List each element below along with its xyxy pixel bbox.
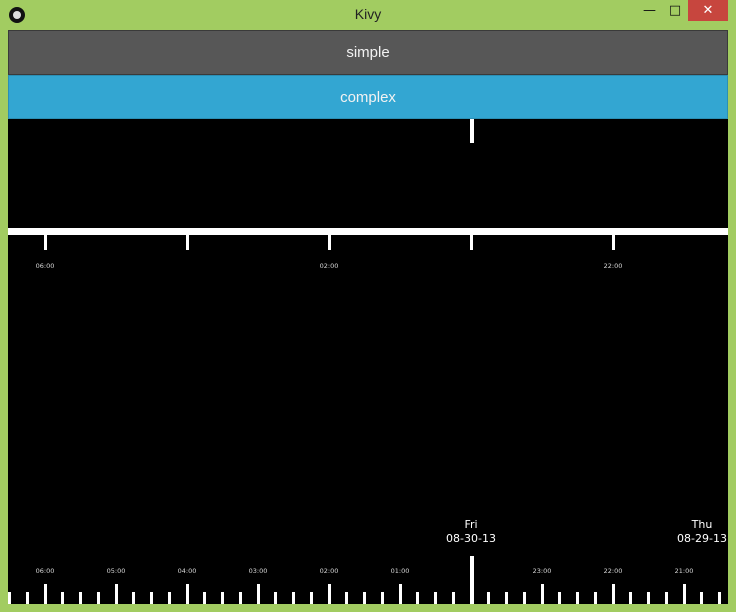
maximize-button[interactable]: □ [662,0,688,21]
close-button[interactable]: ✕ [688,0,728,21]
complex-minor-tick [487,592,490,604]
simple-hour-label: 02:00 [319,262,339,270]
complex-hour-label: 23:00 [532,567,552,575]
complex-hour-label: 01:00 [390,567,410,575]
complex-hour-tick [257,584,260,604]
window-title: Kivy [354,6,382,22]
complex-hour-tick [399,584,402,604]
complex-minor-tick [150,592,153,604]
complex-minor-tick [363,592,366,604]
complex-minor-tick [718,592,721,604]
timeline-cursor-marker [470,119,474,143]
complex-hour-label: 05:00 [106,567,126,575]
day-weekday: Thu [691,518,713,531]
complex-minor-tick [523,592,526,604]
simple-hour-label: 22:00 [603,262,623,270]
complex-hour-tick [541,584,544,604]
complex-minor-tick [203,592,206,604]
complex-hour-tick [44,584,47,604]
day-date: 08-30-13 [446,532,496,545]
complex-hour-label: 04:00 [177,567,197,575]
complex-minor-tick [558,592,561,604]
complex-minor-tick [8,592,11,604]
complex-minor-tick [168,592,171,604]
title-bar[interactable]: Kivy — □ ✕ [0,0,736,30]
complex-minor-tick [310,592,313,604]
complex-minor-tick [221,592,224,604]
complex-minor-tick [700,592,703,604]
complex-minor-tick [665,592,668,604]
complex-minor-tick [629,592,632,604]
complex-minor-tick [452,592,455,604]
complex-minor-tick [61,592,64,604]
complex-minor-tick [274,592,277,604]
complex-hour-tick [115,584,118,604]
simple-timeline-tick [186,235,189,250]
complex-hour-label: 03:00 [248,567,268,575]
simple-button[interactable]: simple [8,30,728,75]
simple-timeline-tick [44,235,47,250]
day-marker-label: Thu 08-29-13 [677,518,727,546]
complex-minor-tick [132,592,135,604]
app-content: simple complex 06:00 02:00 22:00 Fri 08-… [8,30,728,604]
complex-minor-tick [576,592,579,604]
complex-button[interactable]: complex [8,75,728,119]
simple-timeline-tick [470,235,473,250]
complex-minor-tick [594,592,597,604]
complex-hour-label: 06:00 [35,567,55,575]
simple-timeline-axis [8,228,728,235]
complex-minor-tick [26,592,29,604]
simple-timeline-tick [612,235,615,250]
complex-minor-tick [647,592,650,604]
simple-hour-label: 06:00 [35,262,55,270]
complex-hour-tick [683,584,686,604]
simple-timeline-tick [328,235,331,250]
complex-hour-label: 21:00 [674,567,694,575]
complex-minor-tick [505,592,508,604]
complex-hour-tick [186,584,189,604]
complex-minor-tick [416,592,419,604]
complex-minor-tick [381,592,384,604]
day-weekday: Fri [464,518,478,531]
complex-minor-tick [434,592,437,604]
day-marker-label: Fri 08-30-13 [446,518,496,546]
complex-minor-tick [97,592,100,604]
complex-hour-tick [612,584,615,604]
complex-minor-tick [79,592,82,604]
complex-hour-label: 22:00 [603,567,623,575]
complex-minor-tick [239,592,242,604]
complex-minor-tick [292,592,295,604]
day-date: 08-29-13 [677,532,727,545]
day-boundary-tick [470,556,474,604]
complex-hour-label: 02:00 [319,567,339,575]
app-window: Kivy — □ ✕ simple complex 06:00 02:00 22… [0,0,736,612]
complex-minor-tick [345,592,348,604]
complex-hour-tick [328,584,331,604]
minimize-button[interactable]: — [636,0,663,21]
